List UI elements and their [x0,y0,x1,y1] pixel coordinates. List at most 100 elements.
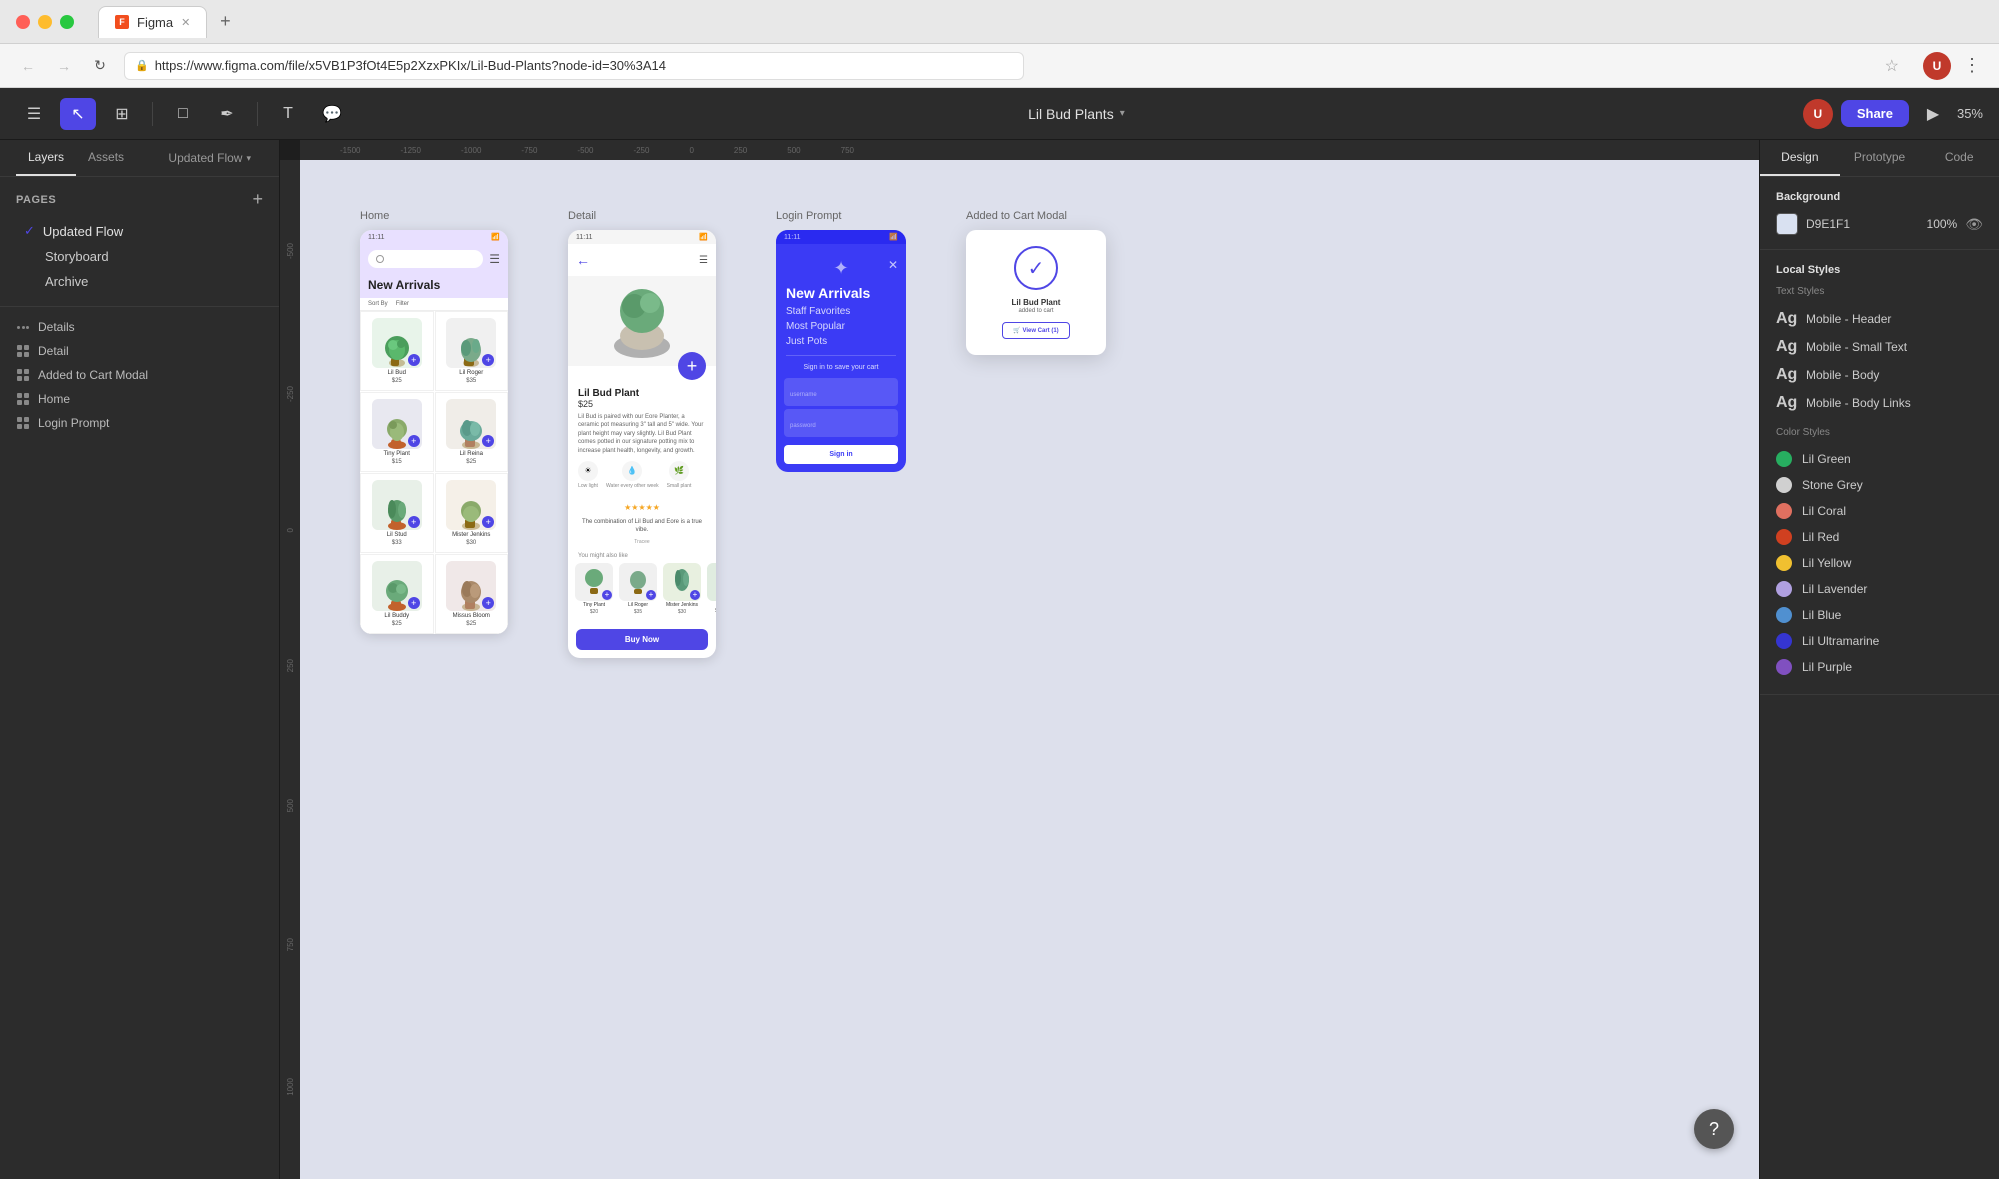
layer-home[interactable]: Home [0,387,279,411]
layer-added-to-cart[interactable]: Added to Cart Modal [0,363,279,387]
zoom-level-display[interactable]: 35% [1957,106,1983,121]
layer-details[interactable]: Details [0,315,279,339]
page-item-updated-flow[interactable]: ✓ Updated Flow [16,218,263,244]
login-most-popular[interactable]: Most Popular [776,319,906,334]
plant-add-btn-2[interactable]: + [408,435,420,447]
tab-layers[interactable]: Layers [16,140,76,176]
page-item-storyboard[interactable]: Storyboard [16,244,263,269]
color-item-3[interactable]: Lil Red [1776,524,1983,550]
color-item-5[interactable]: Lil Lavender [1776,576,1983,602]
hamburger-menu-btn[interactable]: ☰ [16,98,52,130]
plant-cell-2[interactable]: + Tiny Plant $15 [360,392,434,472]
forward-button[interactable]: → [52,54,76,78]
mini-product-3[interactable]: + Medium Succulent $22 [706,563,716,621]
mini-product-1[interactable]: + Lil Roger $35 [618,563,658,621]
plant-cell-7[interactable]: + Missus Bloom $25 [435,554,509,634]
plant-add-btn-3[interactable]: + [482,435,494,447]
buy-now-button[interactable]: Buy Now [576,629,708,650]
mini-add-btn-2[interactable]: + [690,590,700,600]
plant-cell-4[interactable]: + Lil Stud $33 [360,473,434,553]
help-button[interactable]: ? [1694,1109,1734,1149]
comment-tool-btn[interactable]: 💬 [314,98,350,130]
plant-cell-1[interactable]: + Lil Roger $35 [435,311,509,391]
browser-user-avatar[interactable]: U [1923,52,1951,80]
home-search-bar[interactable] [368,250,483,268]
color-item-0[interactable]: Lil Green [1776,446,1983,472]
username-input[interactable]: username [784,378,898,406]
color-item-6[interactable]: Lil Blue [1776,602,1983,628]
plant-cell-0[interactable]: + Lil Bud $25 [360,311,434,391]
figma-document-title[interactable]: Lil Bud Plants ▾ [358,106,1795,122]
color-item-8[interactable]: Lil Purple [1776,654,1983,680]
minimize-window-btn[interactable] [38,15,52,29]
pen-tool-btn[interactable]: ✒ [209,98,245,130]
cart-modal-inner[interactable]: ✓ Lil Bud Plant added to cart 🛒 View Car… [966,230,1106,355]
cursor-tool-btn[interactable]: ↖ [60,98,96,130]
home-phone-frame[interactable]: 11:11 📶 ☰ [360,230,508,634]
mini-product-0[interactable]: + Tiny Plant $20 [574,563,614,621]
address-bar[interactable]: 🔒 https://www.figma.com/file/x5VB1P3fOt4… [124,52,1024,80]
layer-detail[interactable]: Detail [0,339,279,363]
maximize-window-btn[interactable] [60,15,74,29]
login-staff-fav[interactable]: Staff Favorites [776,304,906,319]
color-item-4[interactable]: Lil Yellow [1776,550,1983,576]
mini-add-btn-0[interactable]: + [602,590,612,600]
mini-product-2[interactable]: + Mister Jenkins $30 [662,563,702,621]
plant-cell-3[interactable]: + Lil Reina $25 [435,392,509,472]
plant-cell-6[interactable]: + Lil Buddy $25 [360,554,434,634]
frame-tool-btn[interactable]: ⊞ [104,98,140,130]
add-page-button[interactable]: + [252,189,263,210]
login-just-pots[interactable]: Just Pots [776,334,906,355]
browser-tab-figma[interactable]: F Figma ✕ [98,6,207,38]
style-item-1[interactable]: Ag Mobile - Small Text [1776,333,1983,361]
layer-login-prompt[interactable]: Login Prompt [0,411,279,435]
canvas-area[interactable]: -1500 -1250 -1000 -750 -500 -250 0 250 5… [280,140,1759,1179]
bg-opacity-value[interactable]: 100% [1927,217,1958,231]
plant-add-btn-6[interactable]: + [408,597,420,609]
bg-hex-value[interactable]: D9E1F1 [1806,217,1919,231]
page-item-archive[interactable]: Archive [16,269,263,294]
close-window-btn[interactable] [16,15,30,29]
visibility-toggle-icon[interactable]: 👁 [1965,216,1983,233]
plant-add-btn-1[interactable]: + [482,354,494,366]
text-tool-btn[interactable]: T [270,98,306,130]
close-icon[interactable]: ✕ [888,258,898,272]
canvas-content[interactable]: Home 11:11 📶 [300,160,1759,1179]
password-input[interactable]: password [784,409,898,437]
plant-add-btn-5[interactable]: + [482,516,494,528]
bg-color-swatch[interactable] [1776,213,1798,235]
style-item-3[interactable]: Ag Mobile - Body Links [1776,389,1983,417]
back-icon[interactable]: ← [576,252,590,268]
sign-in-button[interactable]: Sign in [784,445,898,464]
user-avatar[interactable]: U [1803,99,1833,129]
detail-menu-icon[interactable]: ☰ [699,255,708,266]
play-button[interactable]: ▶ [1917,98,1949,130]
detail-phone-frame[interactable]: 11:11 📶 ← ☰ [568,230,716,658]
refresh-button[interactable]: ↻ [88,54,112,78]
color-item-2[interactable]: Lil Coral [1776,498,1983,524]
browser-menu-icon[interactable]: ⋮ [1963,55,1983,76]
back-button[interactable]: ← [16,54,40,78]
plant-add-btn-7[interactable]: + [482,597,494,609]
tab-design[interactable]: Design [1760,140,1840,176]
plant-cell-5[interactable]: + Mister Jenkins $30 [435,473,509,553]
bookmark-star-icon[interactable]: ☆ [1885,56,1899,76]
color-item-7[interactable]: Lil Ultramarine [1776,628,1983,654]
style-item-0[interactable]: Ag Mobile - Header [1776,305,1983,333]
share-button[interactable]: Share [1841,100,1909,127]
plant-add-btn-0[interactable]: + [408,354,420,366]
new-tab-button[interactable]: + [211,8,239,36]
plant-add-btn-4[interactable]: + [408,516,420,528]
tab-close-icon[interactable]: ✕ [181,16,190,29]
style-item-2[interactable]: Ag Mobile - Body [1776,361,1983,389]
tab-updated-flow[interactable]: Updated Flow ▾ [156,140,263,176]
tab-code[interactable]: Code [1919,140,1999,176]
tab-assets[interactable]: Assets [76,140,136,176]
tab-prototype[interactable]: Prototype [1840,140,1920,176]
shape-tool-btn[interactable]: □ [165,98,201,130]
view-cart-button[interactable]: 🛒 View Cart (1) [1002,322,1069,339]
detail-add-fab[interactable]: + [678,352,706,380]
mini-add-btn-1[interactable]: + [646,590,656,600]
color-item-1[interactable]: Stone Grey [1776,472,1983,498]
login-phone-frame[interactable]: 11:11 📶 ✦ ✕ New Arrivals Staff Favorites [776,230,906,472]
